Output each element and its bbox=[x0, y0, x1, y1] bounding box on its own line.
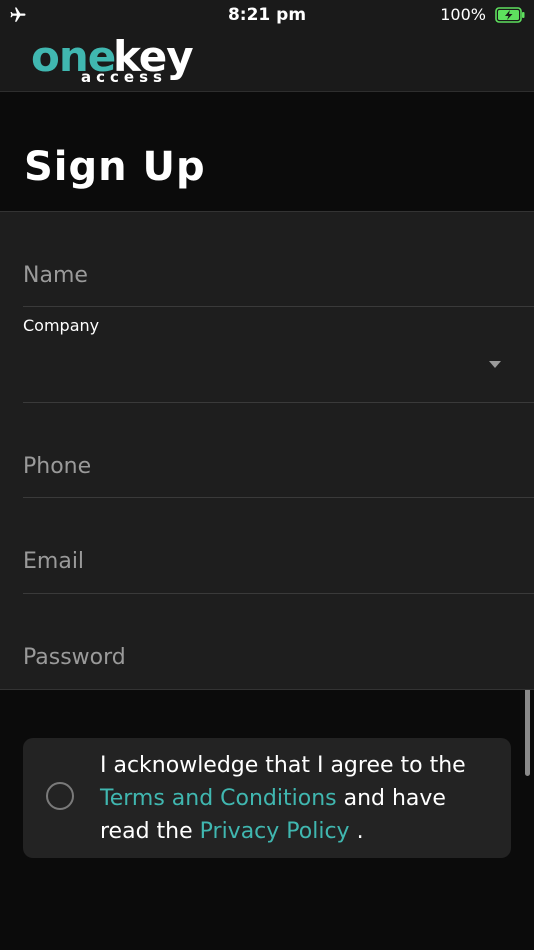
terms-link[interactable]: Terms and Conditions bbox=[100, 786, 337, 811]
phone-field[interactable]: Phone bbox=[23, 402, 534, 498]
company-label: Company bbox=[23, 316, 100, 335]
agreement-text-part3: . bbox=[356, 819, 364, 844]
status-bar: 8:21 pm 100% bbox=[0, 0, 534, 30]
company-select[interactable]: Company bbox=[23, 307, 534, 403]
signup-form: Name Company Phone Email Password bbox=[0, 211, 534, 690]
phone-placeholder: Phone bbox=[23, 454, 92, 479]
battery-percent: 100% bbox=[440, 5, 486, 24]
battery-charging-icon bbox=[495, 7, 525, 23]
name-field[interactable]: Name bbox=[23, 212, 534, 307]
page-title: Sign Up bbox=[24, 144, 206, 190]
agreement-text: I acknowledge that I agree to the Terms … bbox=[100, 749, 495, 848]
onekey-access-logo: one key access bbox=[31, 32, 211, 88]
agreement-card[interactable]: I acknowledge that I agree to the Terms … bbox=[23, 738, 511, 858]
password-field[interactable]: Password bbox=[23, 593, 534, 688]
email-placeholder: Email bbox=[23, 549, 85, 574]
agreement-checkbox[interactable] bbox=[46, 782, 74, 810]
agreement-text-part1: I acknowledge that I agree to the bbox=[100, 753, 466, 778]
password-placeholder: Password bbox=[23, 645, 126, 670]
privacy-link[interactable]: Privacy Policy bbox=[200, 819, 350, 844]
email-field[interactable]: Email bbox=[23, 498, 534, 594]
chevron-down-icon bbox=[489, 361, 501, 368]
logo-access: access bbox=[81, 68, 167, 86]
app-header: one key access bbox=[0, 30, 534, 92]
name-placeholder: Name bbox=[23, 263, 88, 288]
